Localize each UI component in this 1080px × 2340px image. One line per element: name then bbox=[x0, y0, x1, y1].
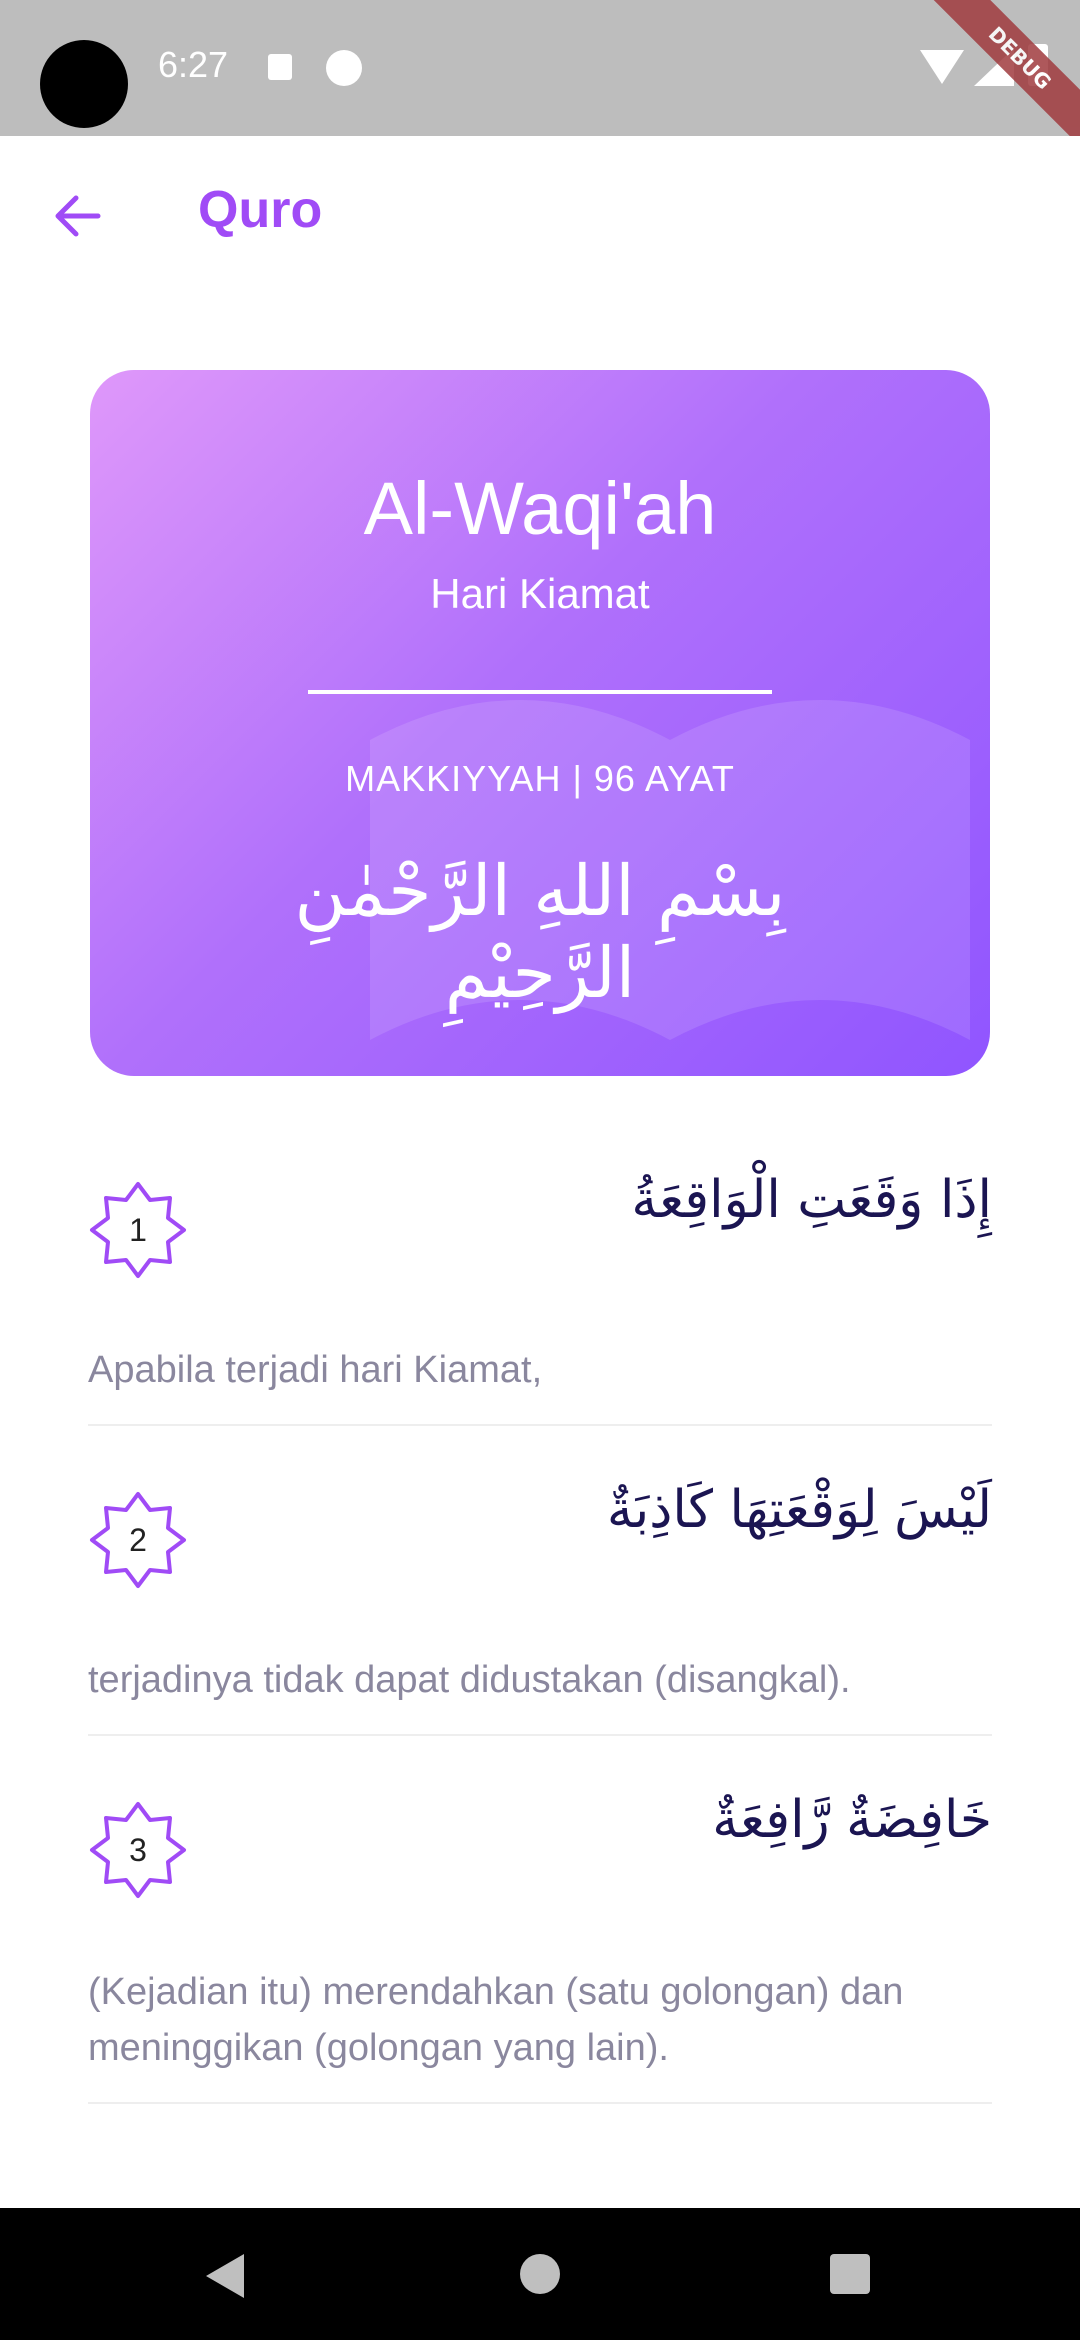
status-bar: 6:27 DEBUG bbox=[0, 0, 1080, 157]
notification-icon bbox=[268, 54, 292, 80]
ayah-number: 2 bbox=[129, 1522, 147, 1558]
wifi-icon bbox=[920, 50, 964, 84]
bismillah-calligraphy: بِسْمِ اللهِ الرَّحْمٰنِ الرَّحِيْمِ bbox=[294, 850, 786, 1014]
nav-back-icon[interactable] bbox=[206, 2254, 244, 2298]
surah-meta: MAKKIYYAH | 96 AYAT bbox=[345, 758, 735, 799]
ayah-number: 1 bbox=[129, 1212, 147, 1248]
ayah-translation: terjadinya tidak dapat didustakan (disan… bbox=[88, 1659, 851, 1701]
app-bar: Quro bbox=[0, 136, 1080, 296]
ayah-arabic-text: لَيْسَ لِوَقْعَتِهَا كَاذِبَةٌ bbox=[606, 1480, 992, 1540]
ayah-arabic-text: إِذَا وَقَعَتِ الْوَاقِعَةُ bbox=[631, 1170, 992, 1230]
nav-home-icon[interactable] bbox=[520, 2254, 560, 2294]
back-button[interactable] bbox=[50, 188, 106, 244]
divider bbox=[308, 690, 772, 694]
ayah-number-badge: 2 bbox=[88, 1490, 188, 1590]
surah-meaning: Hari Kiamat bbox=[430, 570, 650, 617]
ayah-number-badge: 3 bbox=[88, 1800, 188, 1900]
ayah-number-badge: 1 bbox=[88, 1180, 188, 1280]
ayah-item: 3 خَافِضَةٌ رَّافِعَةٌ (Kejadian itu) me… bbox=[88, 1790, 992, 2104]
ayah-translation: (Kejadian itu) merendahkan (satu golonga… bbox=[88, 1971, 904, 2069]
surah-name: Al-Waqi'ah bbox=[363, 467, 717, 550]
ayah-item: 2 لَيْسَ لِوَقْعَتِهَا كَاذِبَةٌ terjadi… bbox=[88, 1480, 992, 1736]
ayah-translation: Apabila terjadi hari Kiamat, bbox=[88, 1349, 543, 1391]
system-navigation-bar bbox=[0, 2208, 1080, 2340]
surah-header-card: Al-Waqi'ah Hari Kiamat MAKKIYYAH | 96 AY… bbox=[90, 370, 990, 1076]
arrow-left-icon bbox=[55, 195, 101, 237]
ayah-number: 3 bbox=[129, 1832, 147, 1868]
status-time: 6:27 bbox=[158, 44, 229, 85]
app-title: Quro bbox=[198, 181, 323, 239]
ayah-arabic-text: خَافِضَةٌ رَّافِعَةٌ bbox=[712, 1790, 992, 1850]
ayah-item: 1 إِذَا وَقَعَتِ الْوَاقِعَةُ Apabila te… bbox=[88, 1170, 992, 1426]
notification-icon bbox=[326, 50, 362, 86]
nav-recents-icon[interactable] bbox=[830, 2254, 870, 2294]
camera-cutout bbox=[40, 40, 128, 128]
